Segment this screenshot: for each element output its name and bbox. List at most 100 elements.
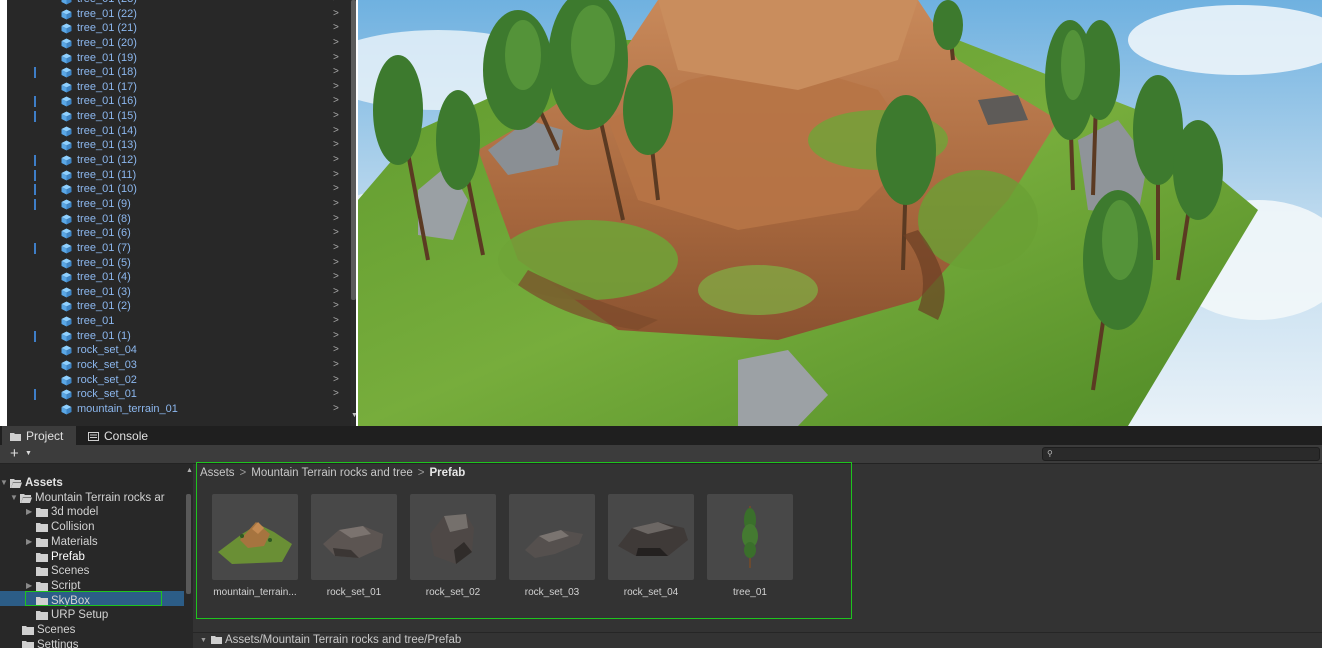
hierarchy-item[interactable]: rock_set_01 > [7,387,351,402]
chevron-right-icon[interactable]: > [333,285,339,300]
chevron-right-icon[interactable]: > [333,124,339,139]
chevron-right-icon[interactable]: > [333,36,339,51]
hierarchy-item[interactable]: tree_01 (5) > [7,256,351,271]
folder-tree-item[interactable]: Prefab [0,550,184,565]
chevron-right-icon[interactable]: > [333,80,339,95]
add-asset-button[interactable]: + [10,445,19,462]
hierarchy-item[interactable]: tree_01 (4) > [7,270,351,285]
prefab-cube-icon [61,155,72,166]
hierarchy-item[interactable]: tree_01 (13) > [7,138,351,153]
tab-console[interactable]: Console [80,426,160,445]
chevron-right-icon[interactable]: > [333,197,339,212]
folder-tree-item[interactable]: Settings [0,638,184,648]
hierarchy-item[interactable]: tree_01 (21) > [7,21,351,36]
asset-thumbnail[interactable] [608,494,694,580]
folder-tree-item[interactable]: Scenes [0,623,184,638]
hierarchy-item-label: rock_set_03 [77,359,137,372]
chevron-right-icon[interactable]: > [333,314,339,329]
hierarchy-item[interactable]: tree_01 (2) > [7,299,351,314]
chevron-right-icon[interactable]: > [333,109,339,124]
hierarchy-item[interactable]: tree_01 (19) > [7,51,351,66]
folder-tree-item[interactable]: ▶ 3d model [0,505,184,520]
hierarchy-item[interactable]: tree_01 (8) > [7,212,351,227]
folder-tree-label: URP Setup [51,609,109,622]
chevron-right-icon[interactable]: > [333,226,339,241]
hierarchy-item[interactable]: rock_set_03 > [7,358,351,373]
folder-tree-item[interactable]: Scenes [0,564,184,579]
hierarchy-item[interactable]: tree_01 (20) > [7,36,351,51]
search-input[interactable]: ⚲ [1042,447,1320,461]
chevron-right-icon[interactable]: > [333,65,339,80]
folder-tree-scrollbar-thumb[interactable] [186,494,191,594]
hierarchy-item[interactable]: tree_01 (18) > [7,65,351,80]
asset-thumbnail[interactable] [509,494,595,580]
chevron-right-icon[interactable]: > [333,212,339,227]
chevron-right-icon[interactable]: > [333,329,339,344]
asset-thumbnail[interactable] [707,494,793,580]
hierarchy-item[interactable]: tree_01 (22) > [7,7,351,22]
asset-thumbnail[interactable] [212,494,298,580]
chevron-right-icon[interactable]: > [333,270,339,285]
folder-tree-item[interactable]: ▼ Assets [0,476,184,491]
scene-viewport[interactable] [358,0,1322,426]
chevron-right-icon[interactable]: > [333,241,339,256]
hierarchy-item[interactable]: tree_01 (17) > [7,80,351,95]
expand-right-arrow-icon[interactable]: ▶ [26,505,32,520]
expand-down-arrow-icon[interactable]: ▼ [10,491,18,506]
expand-right-arrow-icon[interactable]: ▶ [26,535,32,550]
chevron-right-icon[interactable]: > [333,299,339,314]
hierarchy-scrollbar[interactable] [351,0,356,426]
folder-tree-item[interactable]: Collision [0,520,184,535]
scroll-up-arrow-icon[interactable]: ▲ [186,467,193,474]
hierarchy-item[interactable]: tree_01 (9) > [7,197,351,212]
tab-project[interactable]: Project [2,426,76,445]
hierarchy-item[interactable]: mountain_terrain_01 > [7,402,351,417]
chevron-right-icon[interactable]: > [333,402,339,417]
asset-item[interactable]: rock_set_01 [311,494,397,598]
chevron-right-icon[interactable]: > [333,21,339,36]
hierarchy-item[interactable]: tree_01 (11) > [7,168,351,183]
asset-item[interactable]: tree_01 [707,494,793,598]
asset-item[interactable]: rock_set_04 [608,494,694,598]
asset-item[interactable]: rock_set_02 [410,494,496,598]
chevron-right-icon[interactable]: > [333,182,339,197]
asset-item[interactable]: rock_set_03 [509,494,595,598]
chevron-right-icon[interactable]: > [333,343,339,358]
hierarchy-item[interactable]: tree_01 (6) > [7,226,351,241]
expand-down-arrow-icon[interactable]: ▼ [0,476,8,491]
hierarchy-item[interactable]: tree_01 (3) > [7,285,351,300]
asset-item[interactable]: mountain_terrain... [212,494,298,598]
chevron-right-icon[interactable]: > [333,51,339,66]
hierarchy-item[interactable]: tree_01 (7) > [7,241,351,256]
hierarchy-item[interactable]: tree_01 (15) > [7,109,351,124]
chevron-right-icon[interactable]: > [333,168,339,183]
chevron-right-icon[interactable]: > [333,7,339,22]
hierarchy-item-label: tree_01 (7) [77,241,131,254]
chevron-right-icon[interactable]: > [333,94,339,109]
chevron-right-icon[interactable]: > [333,358,339,373]
hierarchy-item-label: tree_01 (15) [77,110,137,123]
hierarchy-item[interactable]: rock_set_04 > [7,343,351,358]
chevron-right-icon[interactable]: > [333,387,339,402]
hierarchy-scrollbar-thumb[interactable] [351,0,356,300]
folder-tree-item[interactable]: ▼ Mountain Terrain rocks ar [0,491,184,506]
chevron-right-icon[interactable]: > [333,256,339,271]
hierarchy-item[interactable]: tree_01 (14) > [7,124,351,139]
hierarchy-item[interactable]: tree_01 (12) > [7,153,351,168]
hierarchy-item[interactable]: tree_01 (10) > [7,182,351,197]
scroll-down-arrow-icon[interactable]: ▼ [351,412,356,419]
hierarchy-item[interactable]: tree_01 (16) > [7,94,351,109]
hierarchy-item[interactable]: tree_01 (23)> [7,0,351,7]
folder-tree-item[interactable]: ▶ Materials [0,535,184,550]
asset-thumbnail[interactable] [311,494,397,580]
add-dropdown-chevron-icon[interactable]: ▼ [25,450,32,457]
chevron-right-icon[interactable]: > [333,138,339,153]
folder-tree-item[interactable]: URP Setup [0,608,184,623]
folder-tree-label: Prefab [51,550,85,563]
asset-thumbnail[interactable] [410,494,496,580]
chevron-right-icon[interactable]: > [333,373,339,388]
hierarchy-item[interactable]: rock_set_02 > [7,373,351,388]
hierarchy-item[interactable]: tree_01 > [7,314,351,329]
hierarchy-item[interactable]: tree_01 (1) > [7,329,351,344]
chevron-right-icon[interactable]: > [333,153,339,168]
